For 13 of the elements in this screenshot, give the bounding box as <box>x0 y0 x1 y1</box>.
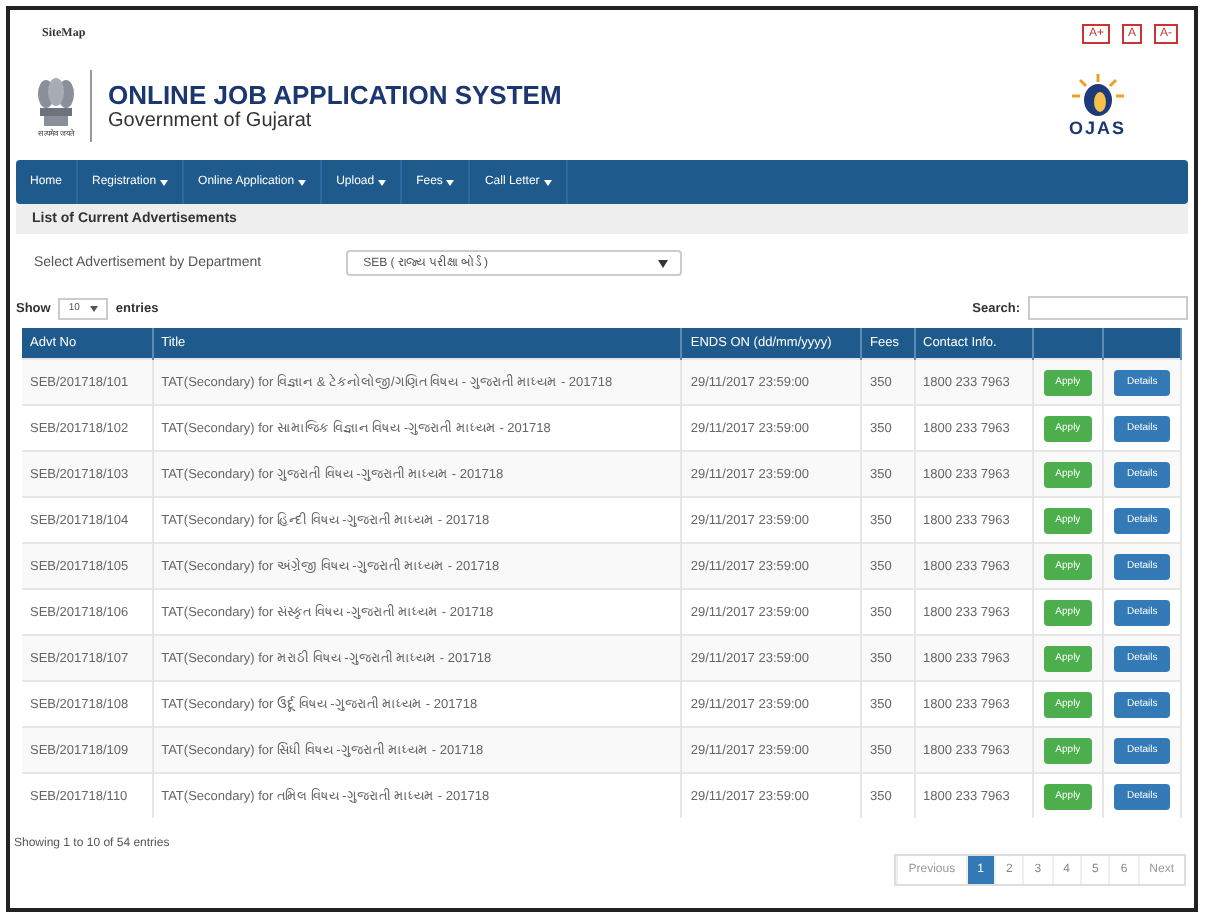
caret-icon <box>89 305 98 311</box>
caret-icon <box>160 179 169 185</box>
caret-icon <box>543 179 552 185</box>
emblem-icon <box>34 75 78 127</box>
sun-logo-icon <box>1071 74 1124 118</box>
logo-text: OJAS <box>1068 118 1126 138</box>
site-title: ONLINE JOB APPLICATION SYSTEM <box>108 80 564 110</box>
caret-icon <box>446 179 455 185</box>
dropdown-arrow-icon <box>657 259 668 267</box>
search-field[interactable] <box>1028 296 1188 320</box>
caret-icon <box>298 179 307 185</box>
caret-icon <box>378 179 387 185</box>
site-subtitle: Government of Gujarat <box>108 110 314 132</box>
